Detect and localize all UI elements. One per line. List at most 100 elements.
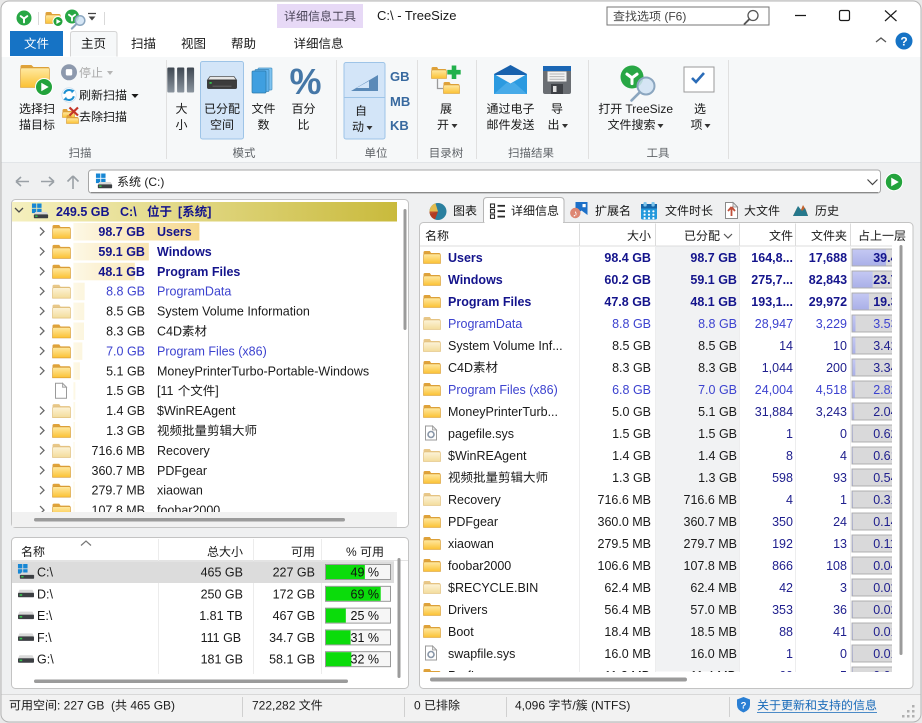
svg-text:Windows: Windows [448, 273, 503, 287]
svg-text:108: 108 [826, 559, 847, 573]
svg-text:62.4 MB: 62.4 MB [690, 581, 737, 595]
svg-text:4: 4 [786, 493, 793, 507]
svg-text:1,044: 1,044 [762, 361, 793, 375]
svg-text:48.1 GB: 48.1 GB [690, 295, 737, 309]
svg-text:59.1 GB: 59.1 GB [690, 273, 737, 287]
svg-text:pagefile.sys: pagefile.sys [448, 427, 514, 441]
svg-text:C:\: C:\ [120, 205, 137, 219]
svg-text:5.1 GB: 5.1 GB [106, 364, 145, 378]
svg-text:93: 93 [833, 471, 847, 485]
svg-text:6.8 GB: 6.8 GB [612, 383, 651, 397]
svg-text:25 %: 25 % [351, 609, 380, 623]
svg-text:GB: GB [390, 69, 410, 84]
svg-text:?: ? [900, 35, 907, 49]
svg-text:41: 41 [833, 625, 847, 639]
svg-text:(NTFS): (NTFS) [588, 699, 631, 713]
svg-text:$WinREAgent: $WinREAgent [448, 449, 527, 463]
svg-text:7.0 GB: 7.0 GB [698, 383, 737, 397]
svg-text:360.0 MB: 360.0 MB [598, 515, 652, 529]
svg-text:3,229: 3,229 [816, 317, 847, 331]
svg-text:353: 353 [772, 603, 793, 617]
svg-text:G:\: G:\ [37, 653, 54, 667]
svg-text:8.5 GB: 8.5 GB [698, 339, 737, 353]
svg-text:10: 10 [833, 339, 847, 353]
svg-text:31 %: 31 % [351, 631, 380, 645]
svg-text:swapfile.sys: swapfile.sys [448, 647, 515, 661]
svg-text:279.7 MB: 279.7 MB [92, 484, 146, 498]
svg-text:722,282: 722,282 [252, 699, 299, 713]
svg-text:60.2 GB: 60.2 GB [604, 273, 651, 287]
svg-text:82,843: 82,843 [809, 273, 847, 287]
svg-text:8.5 GB: 8.5 GB [612, 339, 651, 353]
svg-text:48.1 GB: 48.1 GB [98, 265, 145, 279]
svg-text:192: 192 [772, 537, 793, 551]
svg-text:98.4 GB: 98.4 GB [604, 251, 651, 265]
svg-text:System Volume Information: System Volume Information [157, 305, 310, 319]
svg-text:D:\: D:\ [37, 587, 54, 601]
svg-text:465 GB): 465 GB) [127, 699, 175, 713]
svg-text:62.4 MB: 62.4 MB [604, 581, 651, 595]
svg-text:181 GB: 181 GB [201, 653, 243, 667]
svg-text:C4D: C4D [448, 361, 473, 375]
svg-text:Program Files (x86): Program Files (x86) [157, 344, 267, 358]
svg-text:18.5 MB: 18.5 MB [690, 625, 737, 639]
svg-text:275,7...: 275,7... [751, 273, 793, 287]
svg-text:4: 4 [840, 449, 847, 463]
svg-text:1.5 GB: 1.5 GB [698, 427, 737, 441]
svg-text:(F6): (F6) [661, 10, 686, 24]
svg-text:24: 24 [833, 515, 847, 529]
svg-text:Drivers: Drivers [448, 603, 488, 617]
svg-text:18.4 MB: 18.4 MB [604, 625, 651, 639]
svg-text:3,243: 3,243 [816, 405, 847, 419]
svg-text:59.1 GB: 59.1 GB [98, 245, 145, 259]
svg-text:Program Files: Program Files [448, 295, 531, 309]
svg-text:8.3 GB: 8.3 GB [698, 361, 737, 375]
svg-text:PDFgear: PDFgear [448, 515, 498, 529]
svg-text:47.8 GB: 47.8 GB [604, 295, 651, 309]
svg-text:28,947: 28,947 [755, 317, 793, 331]
svg-text:1: 1 [786, 427, 793, 441]
svg-text:164,8...: 164,8... [751, 251, 793, 265]
svg-text:$RECYCLE.BIN: $RECYCLE.BIN [448, 581, 538, 595]
svg-text:5.1 GB: 5.1 GB [698, 405, 737, 419]
svg-text:360.7 MB: 360.7 MB [684, 515, 738, 529]
svg-text:[11: [11 [157, 384, 177, 398]
svg-text:0: 0 [840, 647, 847, 661]
svg-text:0: 0 [840, 427, 847, 441]
svg-text:42: 42 [779, 581, 793, 595]
svg-text:200: 200 [826, 361, 847, 375]
svg-text:29,972: 29,972 [809, 295, 847, 309]
svg-text:14: 14 [779, 339, 793, 353]
svg-text:Recovery: Recovery [448, 493, 502, 507]
svg-text:Windows: Windows [157, 245, 212, 259]
svg-text:MoneyPrinterTurb...: MoneyPrinterTurb... [448, 405, 558, 419]
svg-text:31,884: 31,884 [755, 405, 793, 419]
svg-text:%: % [346, 545, 360, 559]
svg-text:250 GB: 250 GB [201, 587, 243, 601]
svg-text:56.4 MB: 56.4 MB [604, 603, 651, 617]
svg-text:MB: MB [390, 94, 410, 109]
svg-text:36: 36 [833, 603, 847, 617]
svg-text:C:\: C:\ [37, 566, 54, 580]
svg-text:1.81 TB: 1.81 TB [199, 609, 243, 623]
svg-text:1.5 GB: 1.5 GB [106, 384, 145, 398]
svg-text:]: ] [207, 205, 211, 219]
svg-text:1: 1 [840, 493, 847, 507]
svg-text:8: 8 [786, 449, 793, 463]
svg-text:172 GB: 172 GB [273, 587, 315, 601]
svg-text:34.7 GB: 34.7 GB [269, 631, 315, 645]
svg-text:106.6 MB: 106.6 MB [598, 559, 652, 573]
svg-text:57.0 MB: 57.0 MB [690, 603, 737, 617]
svg-text:]: ] [215, 384, 218, 398]
svg-text:Boot: Boot [448, 625, 474, 639]
svg-text:465 GB: 465 GB [201, 566, 243, 580]
svg-text:716.6 MB: 716.6 MB [684, 493, 738, 507]
svg-text:: 227 GB (: : 227 GB ( [57, 699, 115, 713]
svg-text:350: 350 [772, 515, 793, 529]
svg-text:16.0 MB: 16.0 MB [690, 647, 737, 661]
svg-text:foobar2000: foobar2000 [448, 559, 511, 573]
svg-text:716.6 MB: 716.6 MB [598, 493, 652, 507]
svg-text:♪: ♪ [573, 208, 578, 219]
svg-text:Recovery: Recovery [157, 444, 211, 458]
svg-text:8.8 GB: 8.8 GB [698, 317, 737, 331]
